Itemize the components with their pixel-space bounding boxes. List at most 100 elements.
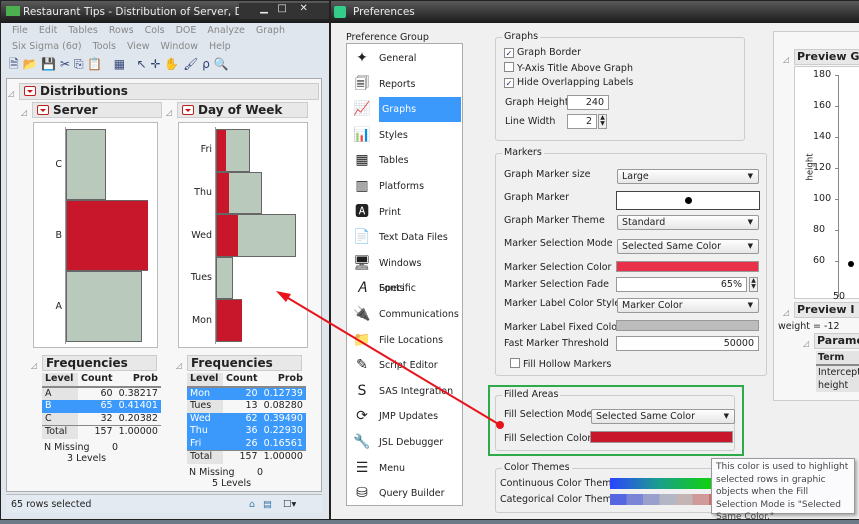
selected-bar-portion[interactable]	[216, 171, 229, 215]
distributions-header[interactable]: ◿ Distributions	[8, 83, 319, 100]
group-item-reports[interactable]: 🗐 Reports	[349, 72, 461, 97]
preference-group-list[interactable]: ✦ General 🗐 Reports 📈 Graphs 📊 Styles ▦ Tables ▥ Pl…	[346, 43, 463, 506]
line-width-spinner[interactable]: ▲ ▼	[598, 114, 607, 129]
menu-item[interactable]: Rows	[109, 25, 134, 36]
label-color-style-select[interactable]: Marker Color	[617, 298, 759, 313]
checkbox-checked-icon[interactable]: ✓	[504, 78, 514, 88]
group-item-communications[interactable]: 🔌 Communications	[349, 302, 461, 327]
crosshair-icon[interactable]: ✛	[150, 57, 160, 71]
selected-bar-portion[interactable]	[216, 214, 238, 257]
home-icon[interactable]: ⌂	[249, 495, 255, 514]
table-row[interactable]: Fri 26 0.16561	[187, 437, 306, 451]
red-triangle-menu[interactable]	[24, 86, 36, 96]
brush-icon[interactable]: 🖌	[183, 57, 198, 71]
menu-item[interactable]: Tables	[68, 25, 98, 36]
magnifier-icon[interactable]: 🔍	[214, 57, 229, 71]
save-icon[interactable]: 💾	[41, 57, 56, 71]
day-header[interactable]: ◿ Day of Week	[166, 102, 308, 118]
menu-item[interactable]: Six Sigma (6σ)	[12, 41, 82, 52]
group-item-tables[interactable]: ▦ Tables	[349, 148, 461, 173]
group-item-file-locations[interactable]: 📁 File Locations	[349, 328, 461, 353]
histogram-bar[interactable]	[66, 271, 142, 342]
arrow-tool-icon[interactable]: ↖	[137, 57, 147, 71]
hand-icon[interactable]: ✋	[164, 57, 179, 71]
menu-item[interactable]: Analyze	[207, 25, 244, 36]
checkbox-unchecked-icon[interactable]	[504, 62, 514, 72]
graph-marker-picker[interactable]	[616, 191, 760, 210]
menu-item[interactable]: Graph	[256, 25, 285, 36]
group-item-sas-integration[interactable]: S SAS Integration	[349, 379, 461, 404]
maximize-button[interactable]: □	[277, 3, 286, 14]
hide-overlap-checkbox[interactable]: ✓ Hide Overlapping Labels	[504, 77, 633, 88]
preview-graph-header[interactable]: ◿ Preview Gr	[783, 49, 859, 65]
group-item-script-editor[interactable]: ✎ Script Editor	[349, 353, 461, 378]
menu-item[interactable]: Edit	[39, 25, 57, 36]
graph-border-checkbox[interactable]: ✓ Graph Border	[504, 47, 581, 58]
selected-bar-portion[interactable]	[216, 129, 227, 172]
server-header[interactable]: ◿ Server	[21, 102, 162, 118]
marker-fade-spinner[interactable]: ▲ ▼	[749, 277, 758, 292]
histogram-bar[interactable]	[66, 129, 107, 200]
group-item-query-builder[interactable]: ⛁ Query Builder	[349, 481, 461, 506]
menu-item[interactable]: Tools	[93, 41, 116, 52]
table-row[interactable]: Tues 13 0.08280	[187, 400, 306, 413]
y-axis-title-checkbox[interactable]: Y-Axis Title Above Graph	[504, 62, 633, 74]
line-width-input[interactable]: 2	[567, 114, 597, 129]
menu-item[interactable]: Cols	[145, 25, 165, 36]
open-icon[interactable]: 📂	[22, 57, 37, 71]
minimize-button[interactable]: ▁	[260, 3, 268, 14]
params-header[interactable]: ◿Parame	[803, 333, 859, 349]
marker-size-select[interactable]: Large	[617, 169, 759, 184]
table-row[interactable]: Wed 62 0.39490	[187, 412, 306, 425]
preview-report-header[interactable]: ◿ Preview I	[783, 302, 859, 318]
menu-item[interactable]: View	[127, 41, 150, 52]
menu-item[interactable]: Help	[209, 41, 231, 52]
group-item-windows-specific[interactable]: 🖥 Windows Specific	[349, 251, 461, 294]
group-item-general[interactable]: ✦ General	[349, 46, 461, 71]
label-fixed-color-swatch[interactable]	[616, 320, 759, 331]
group-item-fonts[interactable]: 𝐴 Fonts	[349, 276, 461, 301]
marker-theme-select[interactable]: Standard	[617, 215, 759, 230]
group-item-jsl-debugger[interactable]: 🔧 JSL Debugger	[349, 430, 461, 455]
table-row[interactable]: B 65 0.41401	[42, 400, 161, 413]
group-item-platforms[interactable]: ▥ Platforms	[349, 174, 461, 199]
layout-icon[interactable]: ▦	[114, 57, 125, 71]
marker-fade-input[interactable]: 65%	[616, 277, 747, 292]
group-item-print[interactable]: 🅰 Print	[349, 200, 461, 225]
group-item-jmp-updates[interactable]: ⟳ JMP Updates	[349, 404, 461, 429]
table-row[interactable]: C 32 0.20382	[42, 412, 161, 426]
table-row[interactable]: Thu 36 0.22930	[187, 425, 306, 438]
fill-hollow-checkbox[interactable]: Fill Hollow Markers	[510, 358, 611, 370]
graph-height-input[interactable]: 240	[567, 95, 609, 110]
lasso-icon[interactable]: ρ	[202, 57, 210, 71]
freq-day-header[interactable]: ◿ Frequencies	[176, 355, 302, 371]
group-item-text-data-files[interactable]: 📄 Text Data Files	[349, 225, 461, 250]
paste-icon[interactable]: 📋	[87, 57, 102, 71]
new-icon[interactable]: 🗎	[9, 57, 19, 71]
selected-bar-portion[interactable]	[216, 299, 242, 342]
marker-selection-color-swatch[interactable]	[616, 261, 759, 272]
table-icon[interactable]: ▤	[263, 495, 272, 514]
close-button[interactable]: ✕	[300, 3, 308, 14]
histogram-bar[interactable]	[216, 256, 233, 300]
red-triangle-menu[interactable]	[182, 105, 194, 115]
fill-selection-mode-select[interactable]: Selected Same Color	[591, 409, 735, 424]
fill-selection-color-swatch[interactable]	[590, 431, 733, 443]
copy-icon[interactable]: ⎘	[74, 57, 84, 71]
freq-server-header[interactable]: ◿ Frequencies	[31, 355, 157, 371]
fast-marker-threshold-input[interactable]: 50000	[616, 336, 759, 351]
table-row[interactable]: Mon 20 0.12739	[187, 386, 306, 400]
table-row[interactable]: A 60 0.38217	[42, 386, 161, 400]
marker-selection-mode-select[interactable]: Selected Same Color	[617, 239, 759, 254]
menu-item[interactable]: Window	[161, 41, 198, 52]
red-triangle-menu[interactable]	[37, 105, 49, 115]
menu-item[interactable]: DOE	[176, 25, 197, 36]
checkbox-menu-icon[interactable]: ☐▾	[283, 495, 296, 514]
checkbox-unchecked-icon[interactable]	[510, 358, 520, 368]
cut-icon[interactable]: ✂	[60, 57, 70, 71]
group-item-graphs[interactable]: 📈 Graphs	[349, 97, 461, 123]
selected-bar-portion[interactable]	[66, 200, 148, 271]
group-item-menu[interactable]: ☰ Menu	[349, 456, 461, 481]
checkbox-checked-icon[interactable]: ✓	[504, 48, 514, 58]
menu-item[interactable]: File	[12, 25, 28, 36]
